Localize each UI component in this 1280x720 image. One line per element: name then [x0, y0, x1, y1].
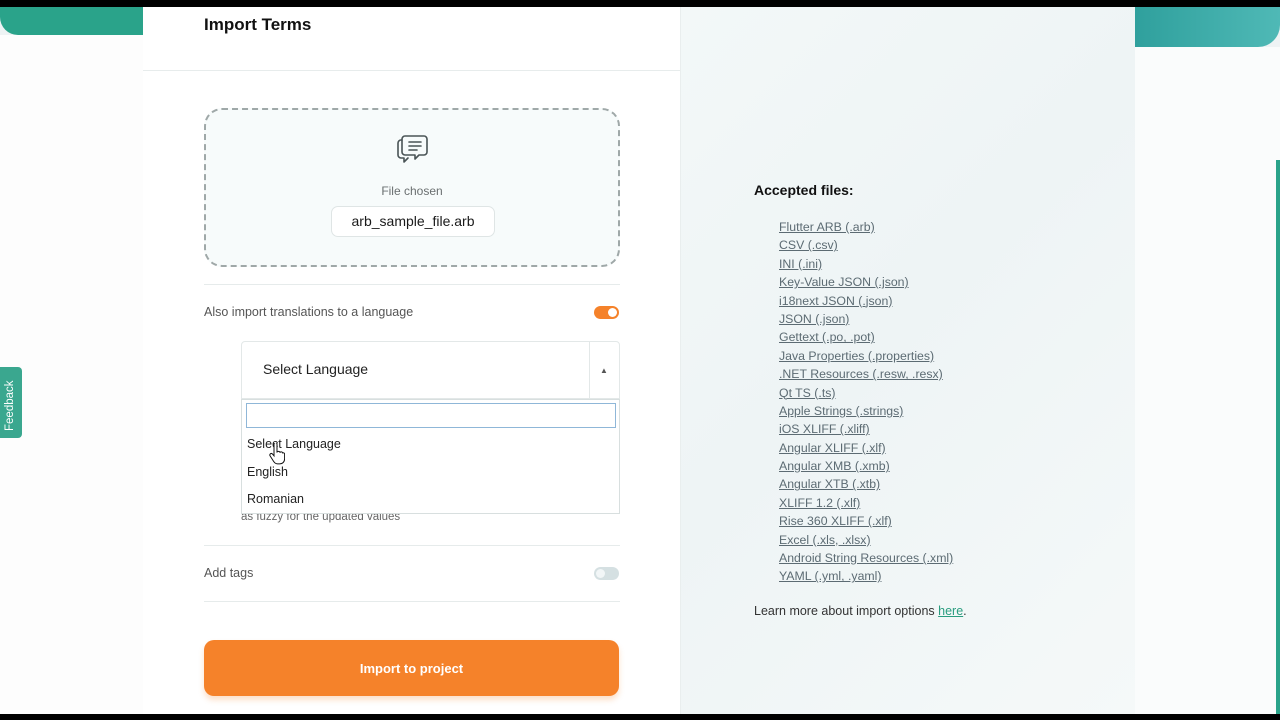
also-import-toggle[interactable]: [594, 306, 619, 319]
language-option[interactable]: Select Language: [247, 437, 341, 451]
hand-pointer-icon: [269, 443, 285, 465]
toggle-knob: [608, 308, 617, 317]
file-format-link[interactable]: Java Properties (.properties): [779, 347, 953, 365]
file-format-link[interactable]: Key-Value JSON (.json): [779, 273, 953, 291]
import-form-panel: Import Terms File chosen arb_sample_file…: [143, 7, 681, 714]
file-format-link[interactable]: .NET Resources (.resw, .resx): [779, 365, 953, 383]
section-divider: [204, 601, 620, 602]
learn-more-prefix: Learn more about import options: [754, 604, 939, 618]
file-format-link[interactable]: Angular XLIFF (.xlf): [779, 439, 953, 457]
learn-more-suffix: .: [963, 604, 967, 618]
file-dropzone[interactable]: File chosen arb_sample_file.arb: [204, 108, 620, 267]
language-dropdown: Select Language English Romanian: [241, 399, 620, 514]
file-format-link[interactable]: Angular XTB (.xtb): [779, 475, 953, 493]
background-header-band: [0, 7, 145, 35]
video-frame-bottom: [0, 714, 1280, 720]
add-tags-label: Add tags: [204, 566, 254, 580]
file-format-link[interactable]: iOS XLIFF (.xliff): [779, 420, 953, 438]
file-format-link[interactable]: CSV (.csv): [779, 236, 953, 254]
accepted-files-panel: Accepted files: Flutter ARB (.arb) CSV (…: [681, 7, 1135, 714]
language-option[interactable]: Romanian: [247, 492, 304, 506]
page-scrollbar[interactable]: [1276, 160, 1280, 714]
language-search-input[interactable]: [246, 403, 616, 428]
language-select[interactable]: Select Language ▲: [241, 341, 620, 399]
file-format-link[interactable]: Flutter ARB (.arb): [779, 218, 953, 236]
feedback-tab[interactable]: Feedback: [0, 367, 22, 438]
video-frame-top: [0, 0, 1280, 7]
file-chosen-label: File chosen: [381, 184, 443, 198]
section-divider: [204, 545, 620, 546]
section-divider: [204, 284, 620, 285]
file-format-link[interactable]: Rise 360 XLIFF (.xlf): [779, 512, 953, 530]
learn-more-text: Learn more about import options here.: [754, 604, 967, 618]
import-terms-modal: Import Terms File chosen arb_sample_file…: [143, 7, 1135, 714]
file-format-link[interactable]: Android String Resources (.xml): [779, 549, 953, 567]
also-import-label: Also import translations to a language: [204, 305, 414, 319]
add-tags-toggle[interactable]: [594, 567, 619, 580]
import-to-project-button[interactable]: Import to project: [204, 640, 619, 696]
accepted-files-title: Accepted files:: [754, 182, 854, 198]
file-format-link[interactable]: Angular XMB (.xmb): [779, 457, 953, 475]
file-format-link[interactable]: i18next JSON (.json): [779, 292, 953, 310]
file-format-link[interactable]: Qt TS (.ts): [779, 384, 953, 402]
file-format-link[interactable]: Excel (.xls, .xlsx): [779, 531, 953, 549]
modal-title: Import Terms: [204, 15, 312, 34]
modal-header: Import Terms: [143, 7, 680, 71]
document-chat-icon: [397, 135, 428, 163]
feedback-label: Feedback: [4, 380, 16, 431]
file-format-link[interactable]: YAML (.yml, .yaml): [779, 567, 953, 585]
accepted-files-list: Flutter ARB (.arb) CSV (.csv) INI (.ini)…: [779, 218, 953, 586]
learn-more-link[interactable]: here: [938, 604, 963, 618]
file-format-link[interactable]: Gettext (.po, .pot): [779, 328, 953, 346]
toggle-knob: [596, 569, 605, 578]
file-format-link[interactable]: XLIFF 1.2 (.xlf): [779, 494, 953, 512]
file-format-link[interactable]: JSON (.json): [779, 310, 953, 328]
select-separator: [589, 342, 590, 398]
chosen-file-name: arb_sample_file.arb: [331, 206, 495, 237]
file-format-link[interactable]: Apple Strings (.strings): [779, 402, 953, 420]
background-page-right: [1135, 47, 1280, 714]
caret-up-icon[interactable]: ▲: [600, 366, 608, 375]
language-select-value: Select Language: [263, 361, 369, 377]
background-header-band-right: [1130, 7, 1280, 47]
file-format-link[interactable]: INI (.ini): [779, 255, 953, 273]
language-option[interactable]: English: [247, 465, 288, 479]
